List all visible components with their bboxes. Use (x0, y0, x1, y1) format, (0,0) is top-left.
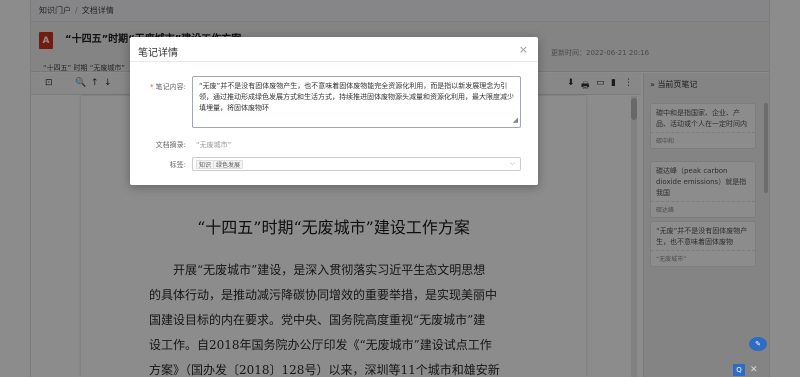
floating-note-button[interactable]: ✎ (749, 337, 767, 351)
corner-close-icon[interactable]: ✕ (750, 365, 758, 375)
tag-chip[interactable]: 绿色发展 (213, 160, 244, 169)
dialog-header: 笔记详情 × (130, 37, 538, 62)
note-content-label: * 笔记内容: (134, 82, 186, 92)
dialog-title: 笔记详情 (138, 48, 178, 59)
note-detail-dialog: 笔记详情 × * 笔记内容: “无废”并不是没有固体废物产生，也不意味着固体废物能… (130, 37, 538, 185)
excerpt-value: “无废城市” (196, 141, 232, 149)
chevron-down-icon[interactable]: ⌵ (510, 159, 515, 168)
note-content-label-text: 笔记内容: (155, 83, 186, 91)
tags-label: 标签: (169, 161, 186, 169)
corner-widget-button[interactable]: Q (733, 364, 745, 376)
resize-grip-icon[interactable]: ◢ (513, 115, 518, 126)
tag-chip[interactable]: 知识 (196, 160, 215, 169)
tags-select[interactable]: 知识 绿色发展 ⌵ (192, 157, 521, 171)
close-icon[interactable]: × (519, 43, 528, 56)
excerpt-label: 文档摘录: (155, 141, 186, 149)
note-content-text: “无废”并不是没有固体废物产生，也不意味着固体废物能完全资源化利用，而是指以新发… (199, 82, 514, 112)
required-mark: * (150, 83, 154, 91)
note-content-textarea[interactable]: “无废”并不是没有固体废物产生，也不意味着固体废物能完全资源化利用，而是指以新发… (192, 76, 521, 128)
